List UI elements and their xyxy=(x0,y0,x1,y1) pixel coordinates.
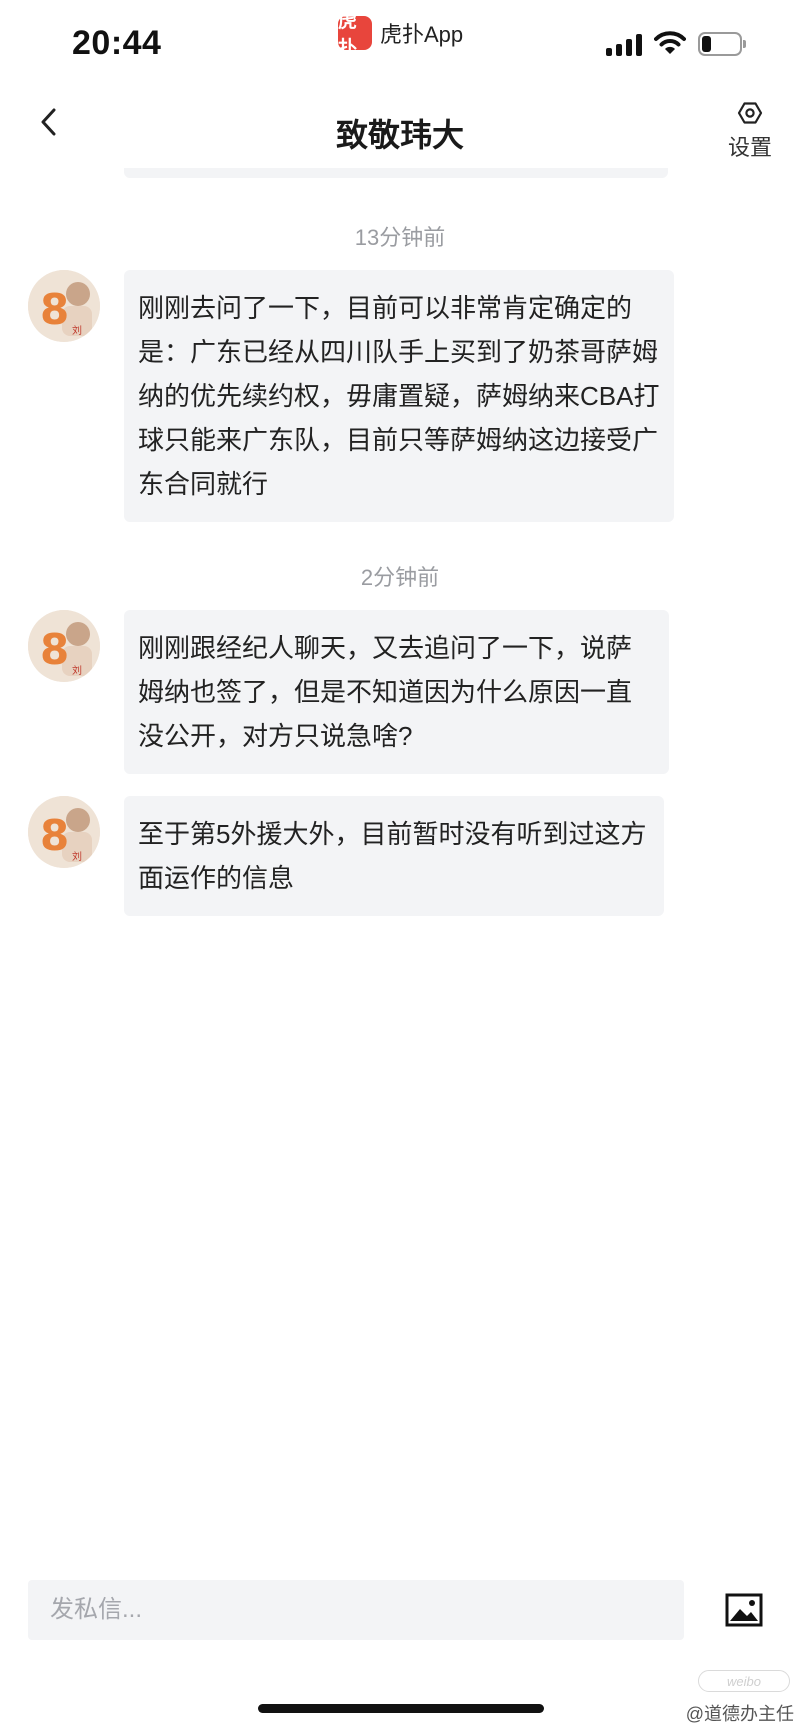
watermark-credit: @道德办主任 xyxy=(685,1704,794,1724)
message-bubble: 至于第5外援大外，目前暂时没有听到过这方面运作的信息 xyxy=(124,796,664,916)
settings-label: 设置 xyxy=(727,135,772,160)
message-bubble: 刚刚跟经纪人聊天，又去追问了一下，说萨姆纳也签了，但是不知道因为什么原因一直没公… xyxy=(124,610,669,774)
status-bar: 20:44 虎扑 虎扑App xyxy=(0,0,800,90)
gear-icon xyxy=(737,102,763,124)
message-timestamp: 13分钟前 xyxy=(354,225,446,250)
message-text: 刚刚去问了一下，目前可以非常肯定确定的是：广东已经从四川队手上买到了奶茶哥萨姆纳… xyxy=(138,293,660,499)
battery-icon xyxy=(698,32,746,56)
app-badge: 虎扑 虎扑App xyxy=(338,10,464,59)
svg-text:8: 8 xyxy=(40,811,69,860)
watermark-logo: weibo xyxy=(698,1670,790,1692)
chat-header: 致敬玮大 设置 xyxy=(0,92,800,172)
message-text: 至于第5外援大外，目前暂时没有听到过这方面运作的信息 xyxy=(138,819,647,893)
message-text: 刚刚跟经纪人聊天，又去追问了一下，说萨姆纳也签了，但是不知道因为什么原因一直没公… xyxy=(138,633,633,751)
cellular-signal-icon xyxy=(606,34,644,56)
home-indicator[interactable] xyxy=(258,1704,544,1713)
svg-text:刘: 刘 xyxy=(72,665,82,677)
avatar-image: 8 刘 xyxy=(28,610,100,682)
avatar[interactable]: 8 刘 xyxy=(28,796,100,868)
avatar-image: 8 刘 xyxy=(28,270,100,342)
message-item: 8 刘 刚刚去问了一下，目前可以非常肯定确定的是：广东已经从四川队手上买到了奶茶… xyxy=(0,270,800,522)
page-title: 致敬玮大 xyxy=(335,117,464,153)
avatar-image: 8 刘 xyxy=(28,796,100,868)
app-name: 虎扑App xyxy=(380,22,464,47)
svg-text:8: 8 xyxy=(40,625,69,674)
message-item: 8 刘 刚刚跟经纪人聊天，又去追问了一下，说萨姆纳也签了，但是不知道因为什么原因… xyxy=(0,610,800,774)
hupu-logo-icon: 虎扑 xyxy=(338,10,372,59)
avatar[interactable]: 8 刘 xyxy=(28,270,100,342)
message-item: 8 刘 至于第5外援大外，目前暂时没有听到过这方面运作的信息 xyxy=(0,796,800,916)
svg-text:8: 8 xyxy=(40,285,69,334)
previous-message-bubble xyxy=(124,168,668,178)
avatar[interactable]: 8 刘 xyxy=(28,610,100,682)
status-time: 20:44 xyxy=(72,24,162,62)
message-input[interactable] xyxy=(28,1580,684,1640)
message-bubble: 刚刚去问了一下，目前可以非常肯定确定的是：广东已经从四川队手上买到了奶茶哥萨姆纳… xyxy=(124,270,674,522)
wifi-icon xyxy=(654,31,686,54)
image-icon xyxy=(725,1593,763,1627)
image-button[interactable] xyxy=(724,1590,764,1630)
settings-button[interactable]: 设置 xyxy=(722,100,778,162)
message-timestamp: 2分钟前 xyxy=(360,565,440,590)
svg-text:刘: 刘 xyxy=(72,325,82,337)
svg-text:刘: 刘 xyxy=(72,851,82,863)
